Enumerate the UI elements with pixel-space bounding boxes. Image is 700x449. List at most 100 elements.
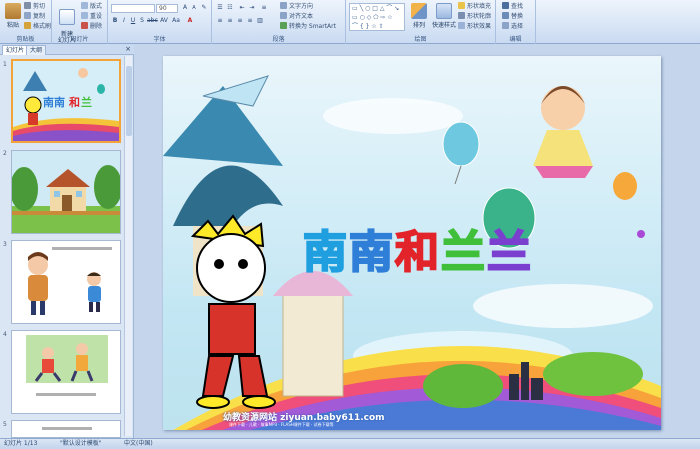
format-painter-button[interactable]: 格式刷 — [24, 22, 51, 31]
slide-thumbnail-5-art — [12, 421, 120, 437]
slide-number: 3 — [3, 241, 7, 248]
cursor-icon — [502, 22, 509, 29]
slide-thumbnail-3-art — [12, 241, 120, 323]
panel-tabs: 幻灯片 大纲 × — [0, 44, 134, 55]
slide-workspace: 南南和兰兰 幼教资源网站 ziyuan.baby611.com 课件下载 · 儿… — [135, 44, 700, 438]
slide-number: 1 — [3, 61, 7, 68]
language-indicator: 中文(中国) — [124, 440, 153, 447]
slides-panel: 幻灯片 大纲 × 1 南南 和 兰 2 3 4 5 — [0, 44, 134, 438]
theme-name: "默认设计模板" — [60, 440, 102, 447]
text-direction-button[interactable]: 文字方向 — [280, 2, 313, 11]
cut-button[interactable]: 剪切 — [24, 2, 45, 11]
grow-font-button[interactable]: A — [181, 4, 189, 12]
align-right-button[interactable]: ≡ — [236, 17, 244, 25]
brush-icon — [24, 22, 31, 29]
shapes-gallery[interactable]: ▭ ╲ ○ □ △ ⌒ ↘ ▭ ○ ◇ ⬠ ⇨ ☆ ⌒ { } ☆ ⇧ — [349, 3, 405, 31]
font-name-combo[interactable] — [111, 4, 155, 13]
title-char-3: 和 — [394, 226, 441, 279]
slide-number: 2 — [3, 150, 7, 157]
smartart-button[interactable]: 转换为 SmartArt — [280, 22, 336, 31]
drawing-label: 绘图 — [414, 36, 427, 43]
title-char-2: 南 — [348, 226, 395, 279]
delete-slide-button[interactable]: 删除 — [81, 22, 102, 31]
slide-number: 5 — [3, 421, 7, 428]
slide-thumbnail-1-art: 南南 和 兰 — [13, 61, 119, 141]
panel-scrollbar[interactable] — [124, 56, 132, 436]
svg-text:和: 和 — [69, 95, 80, 109]
slide-thumbnail-2[interactable] — [11, 150, 121, 234]
align-left-button[interactable]: ≡ — [216, 17, 224, 25]
editing-label: 编辑 — [509, 36, 522, 43]
title-char-4: 兰 — [440, 226, 487, 279]
slide-thumbnail-1[interactable]: 南南 和 兰 — [11, 59, 121, 143]
slide-thumbnail-5[interactable] — [11, 420, 121, 438]
clipboard-group: 粘贴 剪切 复制 格式刷 剪贴板 — [0, 0, 52, 44]
numbering-button[interactable]: ☷ — [226, 4, 234, 12]
shape-outline-button[interactable]: 形状轮廓 — [458, 12, 491, 21]
shape-fill-button[interactable]: 形状填充 — [458, 2, 491, 11]
fill-bucket-icon — [458, 2, 465, 9]
decrease-indent-button[interactable]: ⇤ — [238, 4, 246, 12]
editing-group: 查找 替换 选择 编辑 — [496, 0, 536, 44]
paste-icon — [5, 3, 21, 19]
align-text-button[interactable]: 对齐文本 — [280, 12, 313, 21]
font-color-button[interactable]: A — [186, 17, 194, 25]
reset-button[interactable]: 重设 — [81, 12, 102, 21]
justify-button[interactable]: ≡ — [246, 17, 254, 25]
slides-label: 幻灯片 — [70, 36, 89, 43]
slide-canvas[interactable]: 南南和兰兰 幼教资源网站 ziyuan.baby611.com 课件下载 · 儿… — [163, 56, 661, 430]
title-char-1: 南 — [302, 226, 349, 279]
title-char-5: 兰 — [486, 226, 533, 279]
line-spacing-button[interactable]: ≡ — [260, 4, 268, 12]
bullets-button[interactable]: ☰ — [216, 4, 224, 12]
tab-slides[interactable]: 幻灯片 — [2, 45, 29, 55]
slides-group: 新建 幻灯片 版式 重设 删除 幻灯片 — [52, 0, 108, 44]
clear-format-button[interactable]: ✎ — [200, 4, 208, 12]
underline-button[interactable]: U — [129, 17, 137, 25]
change-case-button[interactable]: Aa — [172, 17, 180, 25]
strikethrough-button[interactable]: abc — [147, 17, 158, 25]
paragraph-label: 段落 — [272, 36, 285, 43]
italic-button[interactable]: I — [120, 17, 128, 25]
status-bar: 幻灯片 1/13 "默认设计模板" 中文(中国) — [0, 438, 700, 449]
align-text-icon — [280, 12, 287, 19]
replace-button[interactable]: 替换 — [502, 12, 523, 21]
quick-styles-button[interactable]: 快速样式 — [430, 3, 458, 29]
svg-text:南南: 南南 — [43, 95, 65, 109]
tab-outline[interactable]: 大纲 — [26, 45, 47, 55]
bold-button[interactable]: B — [111, 17, 119, 25]
outline-pen-icon — [458, 12, 465, 19]
slide-title[interactable]: 南南和兰兰 — [302, 216, 533, 280]
shrink-font-button[interactable]: A — [190, 4, 198, 12]
layout-icon — [81, 2, 88, 9]
effects-icon — [458, 22, 465, 29]
scrollbar-thumb[interactable] — [126, 66, 132, 136]
clipboard-label: 剪贴板 — [16, 36, 35, 43]
font-size-combo[interactable]: 90 — [156, 4, 178, 13]
spacing-button[interactable]: AV — [160, 17, 168, 25]
select-button[interactable]: 选择 — [502, 22, 523, 31]
copy-button[interactable]: 复制 — [24, 12, 45, 21]
website-subcaption: 课件下载 · 儿歌 · 故事MP3 · FLASH课件下载 · 试卷下载等 — [229, 422, 334, 427]
shape-effects-button[interactable]: 形状效果 — [458, 22, 491, 31]
columns-button[interactable]: ▥ — [256, 17, 264, 25]
ribbon: 粘贴 剪切 复制 格式刷 剪贴板 新建 幻灯片 版式 重设 删除 幻灯片 90 … — [0, 0, 700, 44]
increase-indent-button[interactable]: ⇥ — [248, 4, 256, 12]
svg-text:兰: 兰 — [81, 95, 92, 109]
find-button[interactable]: 查找 — [502, 2, 523, 11]
arrange-button[interactable]: 排列 — [408, 3, 430, 29]
arrange-icon — [411, 3, 427, 19]
slide-thumbnail-4[interactable] — [11, 330, 121, 414]
slide-thumbnail-3[interactable] — [11, 240, 121, 324]
paste-button[interactable]: 粘贴 — [2, 3, 24, 29]
scissors-icon — [24, 2, 31, 9]
drawing-group: ▭ ╲ ○ □ △ ⌒ ↘ ▭ ○ ◇ ⬠ ⇨ ☆ ⌒ { } ☆ ⇧ 排列 快速样… — [346, 0, 496, 44]
new-slide-icon — [59, 9, 75, 25]
reset-icon — [81, 12, 88, 19]
quick-styles-icon — [436, 3, 452, 19]
layout-button[interactable]: 版式 — [81, 2, 102, 11]
align-center-button[interactable]: ≡ — [226, 17, 234, 25]
slide-number: 4 — [3, 331, 7, 338]
close-icon[interactable]: × — [125, 45, 131, 53]
shadow-button[interactable]: S — [138, 17, 146, 25]
